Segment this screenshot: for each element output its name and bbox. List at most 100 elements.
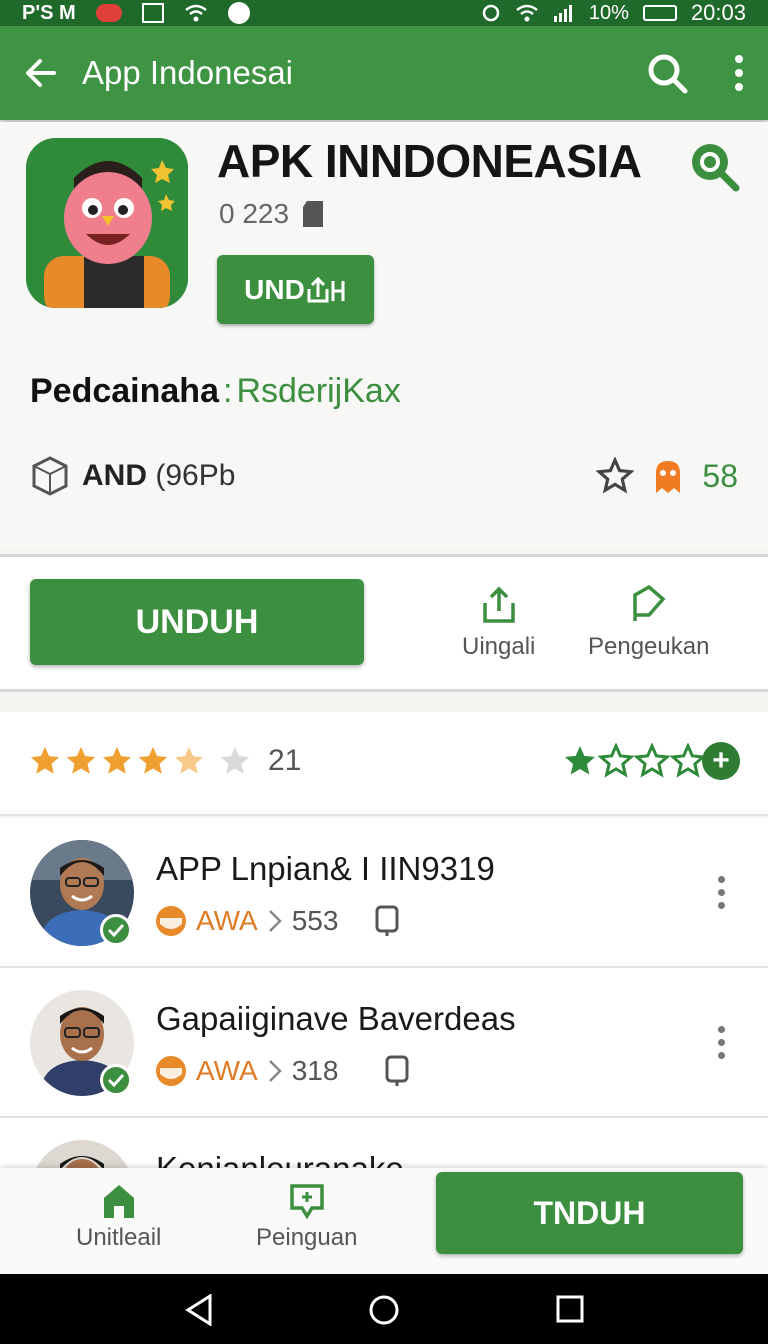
average-rating: 21 <box>28 744 301 778</box>
download-button-label: UNDUH <box>135 602 259 641</box>
back-triangle-icon[interactable] <box>184 1294 214 1326</box>
device-icon <box>375 905 399 936</box>
cell-signal-icon <box>553 5 572 22</box>
package-icon <box>32 456 68 496</box>
ghost-badge-icon <box>656 461 681 493</box>
nav-item-reviews[interactable]: Peinguan <box>256 1182 357 1252</box>
qr-icon <box>141 3 164 23</box>
recents-square-icon[interactable] <box>555 1294 585 1324</box>
verified-check-icon <box>100 1064 132 1096</box>
download-button[interactable]: UNDUH <box>30 579 364 665</box>
rating-card: 21 + <box>0 712 768 816</box>
share-icon <box>482 586 515 623</box>
wifi-icon <box>184 4 207 22</box>
install-button-label: UND <box>244 273 305 305</box>
star-filled-icon <box>30 746 60 774</box>
item-name: Gapaiiginave Baverdeas <box>156 1000 516 1037</box>
comment-icon <box>289 1184 324 1220</box>
report-label: Pengeukan <box>588 633 710 660</box>
overflow-menu-icon[interactable] <box>718 876 725 909</box>
home-circle-icon[interactable] <box>368 1294 400 1326</box>
item-tag: AWA <box>196 905 258 936</box>
app-size: AND (96Pb <box>82 459 235 493</box>
developer-label: Pedcainaha <box>30 372 219 410</box>
sync-icon <box>482 4 500 22</box>
app-status-icon <box>227 2 250 24</box>
app-size-rest: (96Pb <box>155 459 236 492</box>
battery-percent: 10% <box>588 1 629 24</box>
home-icon <box>103 1185 134 1218</box>
share-label: Uingali <box>462 633 536 660</box>
search-badge-icon[interactable] <box>688 140 740 192</box>
app-info-row: AND (96Pb 58 <box>32 454 738 498</box>
system-navigation-bar <box>0 1274 768 1344</box>
status-right: 10% 20:03 <box>481 0 746 26</box>
app-bar-actions <box>646 52 744 94</box>
star-filled-icon[interactable] <box>562 743 598 779</box>
rating-count: 21 <box>268 744 302 777</box>
search-icon[interactable] <box>646 52 688 94</box>
nav-reviews-label: Peinguan <box>256 1224 358 1251</box>
item-count: 318 <box>291 1055 339 1086</box>
user-rating[interactable]: + <box>562 742 740 780</box>
star-outline-icon[interactable] <box>598 743 634 779</box>
nav-item-home[interactable]: Unitleail <box>76 1182 161 1252</box>
star-empty-icon <box>220 746 250 774</box>
chevron-right-icon <box>268 1060 282 1082</box>
device-icon <box>385 1055 409 1086</box>
star-filled-icon <box>138 746 168 774</box>
app-info-right: 58 <box>596 457 738 495</box>
star-outline-icon[interactable] <box>596 457 635 495</box>
app-mascot-illustration <box>26 138 188 308</box>
app-bar-title: App Indonesai <box>82 54 294 91</box>
app-size-bold: AND <box>82 459 147 492</box>
star-outline-icon[interactable] <box>670 743 706 779</box>
share-action[interactable]: Uingali <box>462 585 535 661</box>
star-half-icon <box>174 746 204 774</box>
flag-icon <box>632 585 666 621</box>
star-filled-icon <box>102 746 132 774</box>
item-name: APP Lnpian& I IIN9319 <box>156 850 495 887</box>
bottom-navigation: Unitleail Peinguan TNDUH <box>0 1168 768 1274</box>
status-left-text: P'S M <box>22 1 76 24</box>
status-time: 20:03 <box>690 0 746 25</box>
install-button[interactable]: UND <box>217 255 374 324</box>
app-meta: 0 223 <box>219 198 325 230</box>
status-left: P'S M <box>22 2 250 25</box>
developer-separator: : <box>222 372 233 410</box>
item-meta: AWA 318 <box>154 1054 412 1088</box>
developer-link[interactable]: RsderijKax <box>236 372 400 411</box>
app-header-card: APK INNDONEASIA 0 223 UND Pedcainaha : R… <box>0 122 768 548</box>
nav-home-label: Unitleail <box>76 1224 162 1251</box>
app-meta-text: 0 223 <box>219 198 290 229</box>
badge-count: 58 <box>702 457 738 494</box>
item-tag: AWA <box>196 1055 258 1086</box>
status-bar: P'S M 10% 20:03 <box>0 0 768 26</box>
developer-line: Pedcainaha : RsderijKax <box>30 372 401 411</box>
action-card: UNDUH Uingali Pengeukan <box>0 554 768 692</box>
overflow-menu-icon[interactable] <box>734 55 744 91</box>
wifi-signal-icon <box>516 4 538 22</box>
back-arrow-icon[interactable] <box>24 58 58 88</box>
add-rating-button[interactable]: + <box>702 742 740 780</box>
upload-icon <box>307 276 345 302</box>
item-count: 553 <box>291 905 339 936</box>
orange-circle-icon <box>156 1056 186 1086</box>
list-item[interactable]: Gapaiiginave Baverdeas AWA 318 <box>0 968 768 1118</box>
sd-card-icon <box>303 201 324 227</box>
star-outline-icon[interactable] <box>634 743 670 779</box>
report-action[interactable]: Pengeukan <box>588 585 709 661</box>
orange-circle-icon <box>156 906 186 936</box>
overflow-menu-icon[interactable] <box>718 1026 725 1059</box>
screen: P'S M 10% 20:03 App Indonesai APK INNDON… <box>0 0 768 1344</box>
app-bar: App Indonesai <box>0 26 768 120</box>
chevron-right-icon <box>268 910 282 932</box>
list-item[interactable]: APP Lnpian& I IIN9319 AWA 553 <box>0 818 768 968</box>
bottom-download-label: TNDUH <box>533 1194 646 1231</box>
bottom-download-button[interactable]: TNDUH <box>436 1172 743 1254</box>
notification-icon <box>95 4 122 22</box>
app-title: APK INNDONEASIA <box>217 135 642 187</box>
star-filled-icon <box>66 746 96 774</box>
verified-check-icon <box>100 914 132 946</box>
app-icon <box>26 138 188 308</box>
